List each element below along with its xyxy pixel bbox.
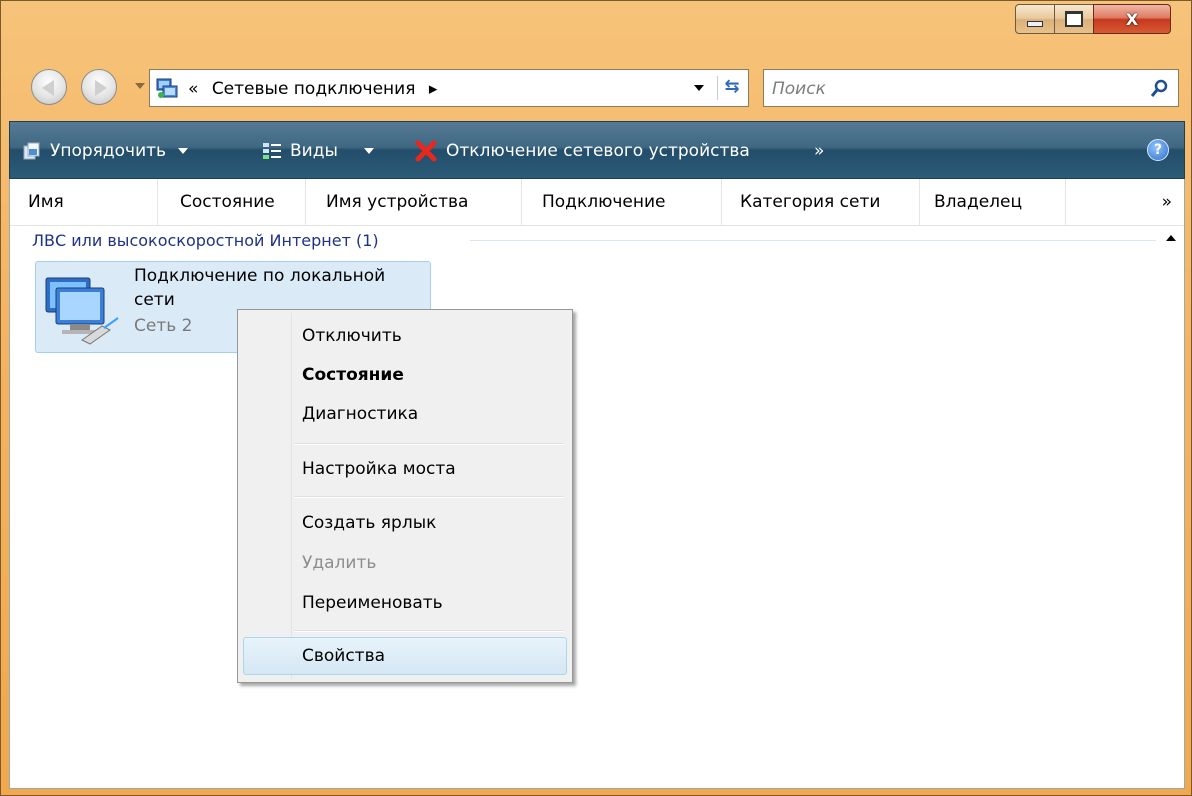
item-network: Сеть 2 <box>134 316 193 336</box>
forward-arrow-icon <box>95 80 107 96</box>
red-x-icon <box>415 140 437 162</box>
views-label: Виды <box>290 141 338 161</box>
back-button[interactable] <box>31 69 67 105</box>
menu-item-diagnose[interactable]: Диагностика <box>302 404 418 424</box>
search-placeholder: Поиск <box>772 79 826 99</box>
views-icon <box>263 143 281 159</box>
breadcrumb[interactable]: « Сетевые подключения ▸ <box>188 79 437 99</box>
search-icon[interactable] <box>1150 78 1170 98</box>
more-columns-icon[interactable]: » <box>1162 179 1172 225</box>
disconnect-device-button[interactable]: Отключение сетевого устройства <box>414 122 750 180</box>
menu-gutter <box>291 313 292 679</box>
organize-icon <box>23 142 40 160</box>
item-name: Подключение по локальной сети <box>134 266 386 310</box>
maximize-button[interactable] <box>1054 4 1094 34</box>
column-header-connection[interactable]: Подключение <box>522 179 722 225</box>
collapse-group-icon[interactable] <box>1166 235 1176 241</box>
breadcrumb-overflow[interactable]: « <box>188 79 198 99</box>
search-input[interactable]: Поиск <box>763 69 1179 107</box>
organize-dropdown-icon <box>178 148 189 154</box>
command-bar: Упорядочить Виды Отключение сетевого уст… <box>9 121 1185 179</box>
menu-item-create-shortcut[interactable]: Создать ярлык <box>302 513 436 533</box>
breadcrumb-separator[interactable]: ▸ <box>429 79 438 99</box>
forward-button[interactable] <box>81 69 117 105</box>
recent-pages-dropdown-icon[interactable] <box>135 83 145 89</box>
menu-item-properties[interactable]: Свойства <box>302 646 385 666</box>
menu-separator <box>294 496 564 498</box>
context-menu: Отключить Состояние Диагностика Настройк… <box>237 309 573 683</box>
back-arrow-icon <box>42 80 54 96</box>
menu-item-status[interactable]: Состояние <box>302 365 404 385</box>
address-bar[interactable]: « Сетевые подключения ▸ ⇆ <box>149 69 749 107</box>
menu-item-rename[interactable]: Переименовать <box>302 593 443 613</box>
address-dropdown-icon[interactable] <box>694 85 704 91</box>
explorer-window: X « Сетевые подключения ▸ ⇆ Поиск Упоряд… <box>0 0 1192 796</box>
column-header-status[interactable]: Состояние <box>158 179 306 225</box>
column-header-owner[interactable]: Владелец <box>920 179 1066 225</box>
group-header[interactable]: ЛВС или высокоскоростной Интернет (1) <box>32 231 379 250</box>
more-commands-icon: » <box>814 141 825 161</box>
refresh-icon[interactable]: ⇆ <box>717 76 746 100</box>
menu-separator <box>294 630 564 632</box>
views-button[interactable]: Виды <box>262 122 374 180</box>
help-icon[interactable]: ? <box>1147 139 1169 161</box>
column-header-device-name[interactable]: Имя устройства <box>306 179 522 225</box>
minimize-button[interactable] <box>1015 4 1055 34</box>
menu-separator <box>294 443 564 445</box>
column-header-row: Имя Состояние Имя устройства Подключение… <box>10 179 1184 226</box>
column-header-network-category[interactable]: Категория сети <box>722 179 920 225</box>
network-folder-icon <box>156 78 178 98</box>
menu-item-delete[interactable]: Удалить <box>302 553 376 573</box>
menu-item-bridge[interactable]: Настройка моста <box>302 459 456 479</box>
views-dropdown-icon <box>363 148 374 154</box>
network-connection-icon <box>45 277 119 345</box>
menu-highlight <box>243 637 567 675</box>
group-divider <box>470 240 1156 241</box>
organize-label: Упорядочить <box>50 141 167 161</box>
close-icon: X <box>1125 9 1139 29</box>
menu-item-disable[interactable]: Отключить <box>302 326 402 346</box>
close-button[interactable]: X <box>1093 4 1171 34</box>
minimize-icon <box>1016 5 1054 33</box>
more-commands-button[interactable]: » <box>814 122 824 180</box>
breadcrumb-network-connections[interactable]: Сетевые подключения <box>212 79 416 99</box>
disconnect-device-label: Отключение сетевого устройства <box>446 141 750 161</box>
maximize-icon <box>1055 5 1093 33</box>
organize-button[interactable]: Упорядочить <box>22 122 189 180</box>
column-header-name[interactable]: Имя <box>10 179 158 225</box>
file-list-pane[interactable]: Имя Состояние Имя устройства Подключение… <box>9 179 1185 789</box>
